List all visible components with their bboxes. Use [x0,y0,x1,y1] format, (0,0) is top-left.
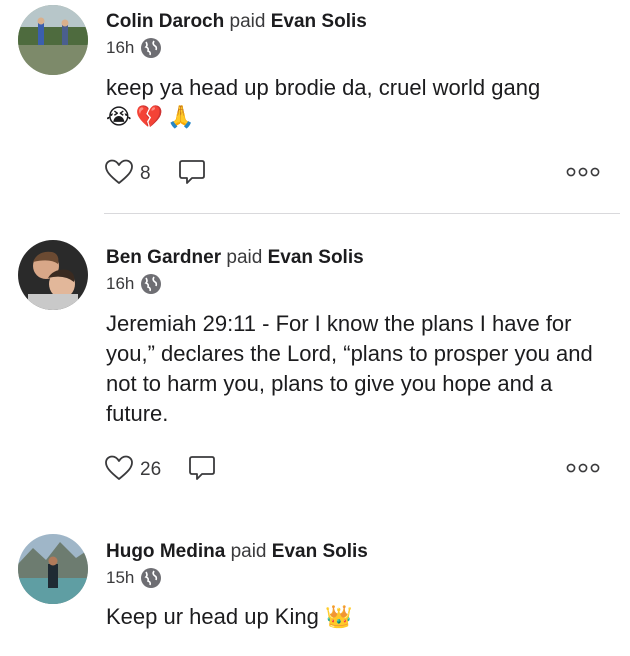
post-header: Ben Gardner paid Evan Solis 16h [106,247,364,295]
comment-bubble-icon [187,453,217,488]
sender-name[interactable]: Ben Gardner [106,247,221,268]
globe-icon [140,273,162,295]
payment-summary: Ben Gardner paid Evan Solis [106,247,364,269]
post-meta: 15h [106,567,368,589]
avatar[interactable] [18,534,88,604]
timestamp: 15h [106,568,135,587]
recipient-name[interactable]: Evan Solis [271,11,367,32]
post-header: Hugo Medina paid Evan Solis 15h [106,541,368,589]
more-dots-icon [566,461,600,479]
divider [104,213,620,214]
heart-icon [104,454,134,487]
post-message: keep ya head up brodie da, cruel world g… [106,73,616,133]
message-text: Jeremiah 29:11 - For I know the plans I … [106,311,593,426]
more-dots-icon [566,165,600,183]
comment-button[interactable] [187,453,217,488]
comment-button[interactable] [177,157,207,192]
post-actions: 26 [104,454,600,486]
avatar[interactable] [18,240,88,310]
heart-icon [104,158,134,191]
post-meta: 16h [106,273,364,295]
recipient-name[interactable]: Evan Solis [268,247,364,268]
like-count: 8 [140,163,151,184]
recipient-name[interactable]: Evan Solis [272,541,368,562]
more-options-button[interactable] [566,165,600,183]
post-meta: 16h [106,37,367,59]
like-count: 26 [140,459,162,480]
like-button[interactable]: 8 [104,158,151,191]
post-actions: 8 [104,158,600,190]
message-text: Keep ur head up King [106,604,319,629]
payment-action: paid [226,247,263,268]
payment-action: paid [229,11,266,32]
like-button[interactable]: 26 [104,454,161,487]
avatar[interactable] [18,5,88,75]
sender-name[interactable]: Colin Daroch [106,11,224,32]
message-emojis: 👑 [324,605,357,630]
payment-summary: Hugo Medina paid Evan Solis [106,541,368,563]
payment-summary: Colin Daroch paid Evan Solis [106,11,367,33]
timestamp: 16h [106,38,135,57]
sender-name[interactable]: Hugo Medina [106,541,225,562]
message-emojis: 😭💔🙏 [106,105,199,130]
comment-bubble-icon [177,157,207,192]
post-message: Keep ur head up King 👑 [106,602,616,633]
globe-icon [140,567,162,589]
payment-action: paid [230,541,267,562]
globe-icon [140,37,162,59]
more-options-button[interactable] [566,461,600,479]
post-header: Colin Daroch paid Evan Solis 16h [106,11,367,59]
post-message: Jeremiah 29:11 - For I know the plans I … [106,309,596,429]
timestamp: 16h [106,274,135,293]
message-text: keep ya head up brodie da, cruel world g… [106,75,541,100]
